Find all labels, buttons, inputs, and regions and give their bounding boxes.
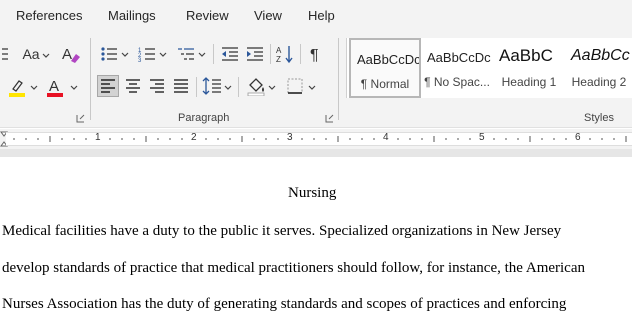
justify-button[interactable] bbox=[170, 75, 192, 97]
numbering-button[interactable]: 1 2 3 bbox=[136, 43, 158, 65]
chevron-down-icon[interactable] bbox=[70, 84, 78, 92]
document-page[interactable]: Nursing Medical facilities have a duty t… bbox=[0, 157, 632, 323]
style-preview: AaBbCcDc bbox=[357, 52, 421, 67]
chevron-down-icon[interactable] bbox=[308, 84, 316, 92]
svg-text:¶: ¶ bbox=[310, 47, 319, 64]
align-center-button[interactable] bbox=[122, 75, 144, 97]
styles-group-label: Styles bbox=[584, 112, 614, 124]
chevron-down-icon[interactable] bbox=[198, 51, 206, 59]
justify-icon bbox=[174, 79, 188, 93]
increase-indent-icon bbox=[247, 47, 263, 61]
bullets-button[interactable] bbox=[98, 43, 120, 65]
font-color-button[interactable]: A bbox=[44, 76, 66, 98]
page-top-margin bbox=[0, 149, 632, 157]
style-preview: AaBbC bbox=[499, 46, 553, 65]
divider bbox=[196, 77, 197, 97]
divider bbox=[213, 44, 214, 64]
ruler-number: 2 bbox=[191, 132, 197, 143]
sort-icon: A Z bbox=[276, 46, 293, 64]
font-group-edge bbox=[0, 44, 12, 64]
divider bbox=[300, 44, 301, 64]
shading-icon bbox=[247, 78, 265, 96]
align-right-button[interactable] bbox=[146, 75, 168, 97]
chevron-down-icon[interactable] bbox=[121, 51, 129, 59]
bullets-icon bbox=[101, 47, 117, 61]
borders-button[interactable] bbox=[284, 75, 306, 97]
highlight-icon bbox=[9, 80, 25, 97]
style-preview: AaBbCcDc bbox=[427, 50, 491, 65]
style-normal[interactable]: AaBbCcDc ¶ Normal bbox=[349, 38, 421, 98]
style-name: ¶ No Spac... bbox=[424, 75, 490, 89]
style-no-spacing[interactable]: AaBbCcDc ¶ No Spac... bbox=[421, 38, 493, 98]
style-preview: AaBbCc bbox=[571, 47, 630, 64]
chevron-down-icon[interactable] bbox=[30, 84, 38, 92]
ribbon-tab-bar: References Mailings Review View Help bbox=[0, 0, 632, 32]
show-hide-marks-button[interactable]: ¶ bbox=[305, 43, 327, 65]
clear-formatting-button[interactable]: A bbox=[58, 43, 82, 65]
style-name: ¶ Normal bbox=[360, 77, 410, 91]
tab-review[interactable]: Review bbox=[186, 8, 229, 23]
ruler-number: 6 bbox=[575, 132, 581, 143]
font-color-icon: A bbox=[47, 78, 63, 97]
chevron-down-icon[interactable] bbox=[224, 84, 232, 92]
tab-references[interactable]: References bbox=[16, 8, 82, 23]
numbering-icon: 1 2 3 bbox=[138, 48, 155, 64]
styles-gallery: AaBbCcDc ¶ Normal AaBbCcDc ¶ No Spac... … bbox=[346, 38, 632, 98]
increase-indent-button[interactable] bbox=[244, 43, 266, 65]
line-spacing-icon bbox=[202, 77, 221, 95]
font-dialog-launcher-icon[interactable] bbox=[76, 114, 85, 123]
chevron-down-icon[interactable] bbox=[159, 51, 167, 59]
line-spacing-button[interactable] bbox=[201, 75, 223, 97]
tab-view[interactable]: View bbox=[254, 8, 282, 23]
chevron-down-icon[interactable] bbox=[268, 84, 276, 92]
ruler-number: 1 bbox=[95, 132, 101, 143]
ribbon-panel: Aa A A 1 2 3 A Z ¶ Paragraph AaBbCcDc ¶ … bbox=[0, 32, 632, 128]
align-left-icon bbox=[101, 79, 115, 93]
ruler-number: 3 bbox=[287, 132, 293, 143]
divider bbox=[238, 77, 239, 97]
svg-text:3: 3 bbox=[138, 58, 142, 64]
ruler-number: 5 bbox=[479, 132, 485, 143]
style-heading-2[interactable]: AaBbCc Heading 2 bbox=[565, 38, 632, 98]
paragraph-line: Nurses Association has the duty of gener… bbox=[2, 296, 567, 312]
shading-button[interactable] bbox=[245, 75, 267, 97]
svg-text:A: A bbox=[276, 46, 282, 55]
document-title: Nursing bbox=[288, 185, 337, 201]
align-right-icon bbox=[150, 79, 164, 93]
group-divider bbox=[338, 38, 339, 120]
divider bbox=[270, 44, 271, 64]
svg-text:A: A bbox=[49, 78, 59, 95]
paragraph-line: develop standards of practice that medic… bbox=[2, 260, 585, 276]
group-divider bbox=[90, 38, 91, 120]
ruler-number: 4 bbox=[383, 132, 389, 143]
style-name: Heading 2 bbox=[571, 75, 627, 89]
tab-mailings[interactable]: Mailings bbox=[108, 8, 156, 23]
decrease-indent-button[interactable] bbox=[219, 43, 241, 65]
change-case-icon: Aa bbox=[22, 46, 40, 62]
multilevel-list-button[interactable] bbox=[175, 43, 197, 65]
paragraph-group-label: Paragraph bbox=[178, 112, 230, 124]
paragraph-line: Medical facilities have a duty to the pu… bbox=[2, 223, 562, 239]
decrease-indent-icon bbox=[222, 47, 238, 61]
change-case-button[interactable]: Aa bbox=[16, 44, 50, 64]
style-name: Heading 1 bbox=[501, 75, 557, 89]
align-left-button[interactable] bbox=[97, 75, 119, 97]
text-highlight-button[interactable] bbox=[6, 76, 28, 98]
borders-icon bbox=[287, 78, 303, 94]
show-formatting-marks-icon: ¶ bbox=[310, 47, 319, 64]
sort-button[interactable]: A Z bbox=[274, 43, 296, 65]
multilevel-list-icon bbox=[178, 48, 194, 60]
paragraph-dialog-launcher-icon[interactable] bbox=[325, 114, 334, 123]
svg-text:A: A bbox=[62, 46, 72, 63]
svg-text:Z: Z bbox=[276, 55, 281, 64]
style-heading-1[interactable]: AaBbC Heading 1 bbox=[493, 38, 565, 98]
align-center-icon bbox=[126, 79, 140, 93]
tab-help[interactable]: Help bbox=[308, 8, 335, 23]
clear-formatting-icon: A bbox=[62, 46, 80, 63]
chevron-down-icon bbox=[42, 53, 50, 58]
